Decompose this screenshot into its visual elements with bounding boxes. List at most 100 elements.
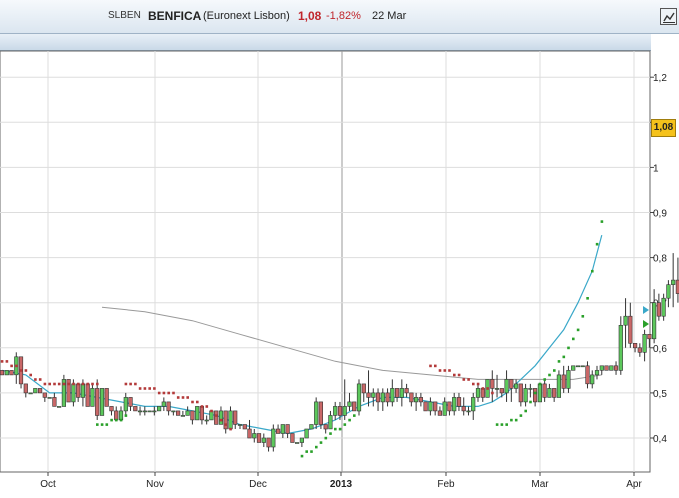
candle-down [0, 370, 5, 376]
candle-down [352, 401, 357, 412]
sar-dot-up [319, 441, 323, 444]
sar-dot-down [215, 414, 218, 417]
candle-up [147, 410, 152, 413]
sar-dot-down [38, 378, 42, 381]
candle-up [594, 370, 600, 376]
x-tick-label: Apr [626, 479, 642, 490]
sar-dot-down [19, 369, 23, 372]
candle-up [571, 365, 576, 371]
candle-up [28, 392, 33, 395]
candle-down [604, 365, 609, 371]
candle-up [580, 365, 585, 368]
sar-dot-down [24, 369, 28, 372]
candle-up [261, 437, 266, 443]
sar-dot-down [434, 364, 437, 368]
sar-dot-up [567, 346, 570, 350]
candle-up [475, 388, 481, 398]
candle-up [371, 392, 376, 398]
sar-dot-down [53, 382, 56, 386]
candle-up [390, 388, 395, 403]
sar-dot-up [543, 378, 546, 381]
sar-dot-up [315, 445, 318, 449]
sar-dot-down [472, 382, 475, 386]
sar-dot-down [429, 364, 432, 368]
candle-down [223, 410, 228, 430]
sar-dot-down [443, 369, 447, 372]
candle-down [418, 397, 424, 403]
candle-up [237, 424, 243, 426]
candle-up [195, 406, 200, 421]
candle-up [342, 406, 347, 416]
candle-down [23, 383, 28, 394]
x-tick-label: Oct [40, 479, 56, 490]
candle-down [285, 424, 290, 434]
sar-dot-down [467, 378, 470, 381]
y-tick-label: 1,2 [653, 73, 667, 84]
candle-down [613, 365, 619, 371]
candle-down [423, 401, 428, 412]
sar-dot-up [529, 400, 532, 404]
candle-up [442, 401, 447, 416]
sar-dot-down [148, 387, 151, 390]
candle-up [180, 415, 186, 417]
sar-dot-down [172, 391, 175, 395]
sar-dot-down [486, 387, 489, 390]
price-chart: 1,21,110,90,80,70,60,50,4OctNovDec2013Fe… [0, 50, 679, 490]
candle-down [632, 342, 638, 349]
sar-dot-up [500, 423, 504, 426]
candle-up [661, 297, 666, 317]
candle-down [375, 392, 381, 403]
candle-up [152, 410, 157, 413]
sar-dot-up [300, 454, 304, 458]
sar-dot-down [57, 382, 61, 386]
sar-dot-down [176, 396, 180, 399]
sar-dot-up [562, 355, 566, 359]
sar-dot-up [510, 418, 513, 422]
sar-dot-up [353, 414, 356, 417]
candle-down [456, 397, 462, 407]
sar-dot-down [96, 382, 99, 386]
candle-up [380, 392, 385, 403]
candle-up [590, 374, 595, 385]
candle-down [256, 433, 262, 443]
candle-down [104, 388, 109, 407]
candle-up [413, 397, 419, 403]
candle-up [118, 410, 124, 421]
sar-dot-up [495, 423, 499, 426]
sar-dot-down [186, 396, 189, 399]
candle-up [71, 383, 76, 403]
sar-dot-up [110, 418, 113, 422]
candle-up [609, 365, 614, 371]
candle-up [294, 442, 300, 444]
sar-dot-up [310, 450, 313, 453]
sar-dot-up [572, 337, 575, 341]
sar-dot-up [124, 414, 128, 417]
last-price-marker: 1,08 [651, 119, 676, 137]
sar-dot-up [105, 423, 109, 426]
candle-up [666, 284, 671, 299]
candle-down [628, 315, 633, 344]
candle-down [394, 388, 400, 398]
sar-dot-down [462, 378, 466, 381]
candle-down [437, 410, 443, 416]
sar-dot-up [524, 409, 527, 413]
candle-down [542, 383, 547, 398]
sar-dot-up [595, 242, 599, 246]
x-tick-label: Dec [249, 479, 267, 490]
sar-dot-down [124, 382, 128, 386]
sar-dot-down [162, 391, 166, 395]
candle-up [299, 437, 305, 443]
candle-up [399, 388, 404, 398]
candle-up [228, 410, 233, 430]
candle-up [528, 388, 533, 390]
candle-down [361, 383, 366, 394]
candle-up [347, 401, 352, 407]
candle-down [647, 333, 652, 340]
y-tick-label: 1 [653, 163, 659, 174]
candle-up [304, 428, 309, 439]
candle-down [275, 428, 281, 434]
y-tick-label: 0,4 [653, 434, 667, 445]
sar-dot-down [457, 373, 461, 377]
sar-dot-up [600, 220, 604, 223]
candle-up [428, 401, 433, 412]
